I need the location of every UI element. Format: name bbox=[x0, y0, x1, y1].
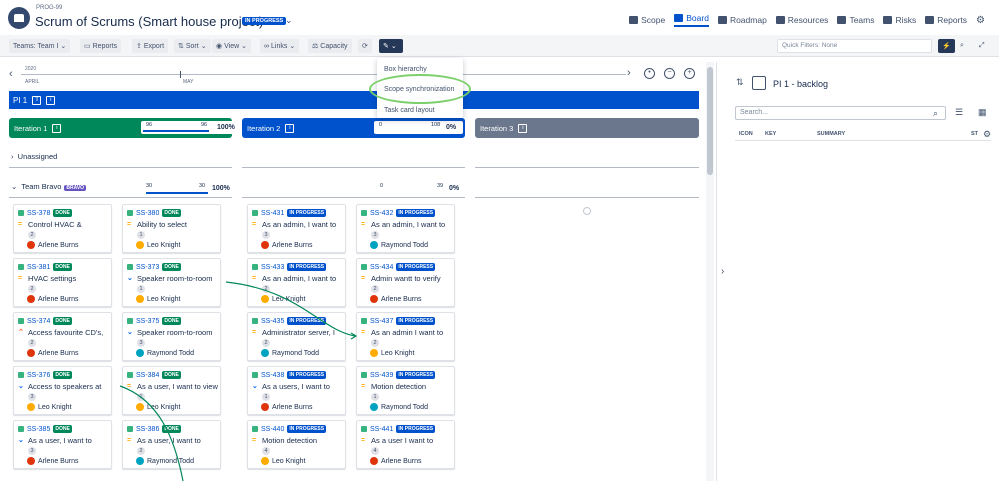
calendar-icon[interactable]: ▦ bbox=[978, 107, 987, 118]
list-icon[interactable]: ☰ bbox=[955, 107, 963, 118]
table-header-divider bbox=[735, 140, 991, 141]
column-key: KEY bbox=[765, 131, 777, 137]
dependency-arrow bbox=[225, 281, 356, 337]
chevron-right-icon[interactable]: › bbox=[721, 266, 724, 277]
dependency-arrows bbox=[119, 281, 358, 481]
backlog-search-input[interactable]: Search... bbox=[735, 106, 946, 120]
menu-task-card-layout[interactable]: Task card layout bbox=[384, 107, 435, 114]
menu-box-hierarchy[interactable]: Box hierarchy bbox=[384, 66, 427, 73]
backlog-title: PI 1 - backlog bbox=[773, 79, 829, 89]
panel-divider bbox=[716, 62, 717, 481]
gear-icon[interactable]: ⚙ bbox=[983, 129, 991, 140]
column-icon: ICON bbox=[739, 131, 753, 137]
sort-icon[interactable]: ⇅ bbox=[736, 77, 744, 88]
app: PROG-99 Scrum of Scrums (Smart house pro… bbox=[0, 0, 999, 481]
list-view-icon[interactable] bbox=[752, 76, 766, 90]
column-summary: SUMMARY bbox=[817, 131, 846, 137]
scrollbar-thumb[interactable] bbox=[707, 67, 713, 175]
dependency-arrow bbox=[119, 385, 184, 481]
highlight-ring bbox=[369, 74, 471, 104]
search-icon: ⌕ bbox=[933, 108, 939, 118]
column-status: ST bbox=[971, 131, 979, 137]
